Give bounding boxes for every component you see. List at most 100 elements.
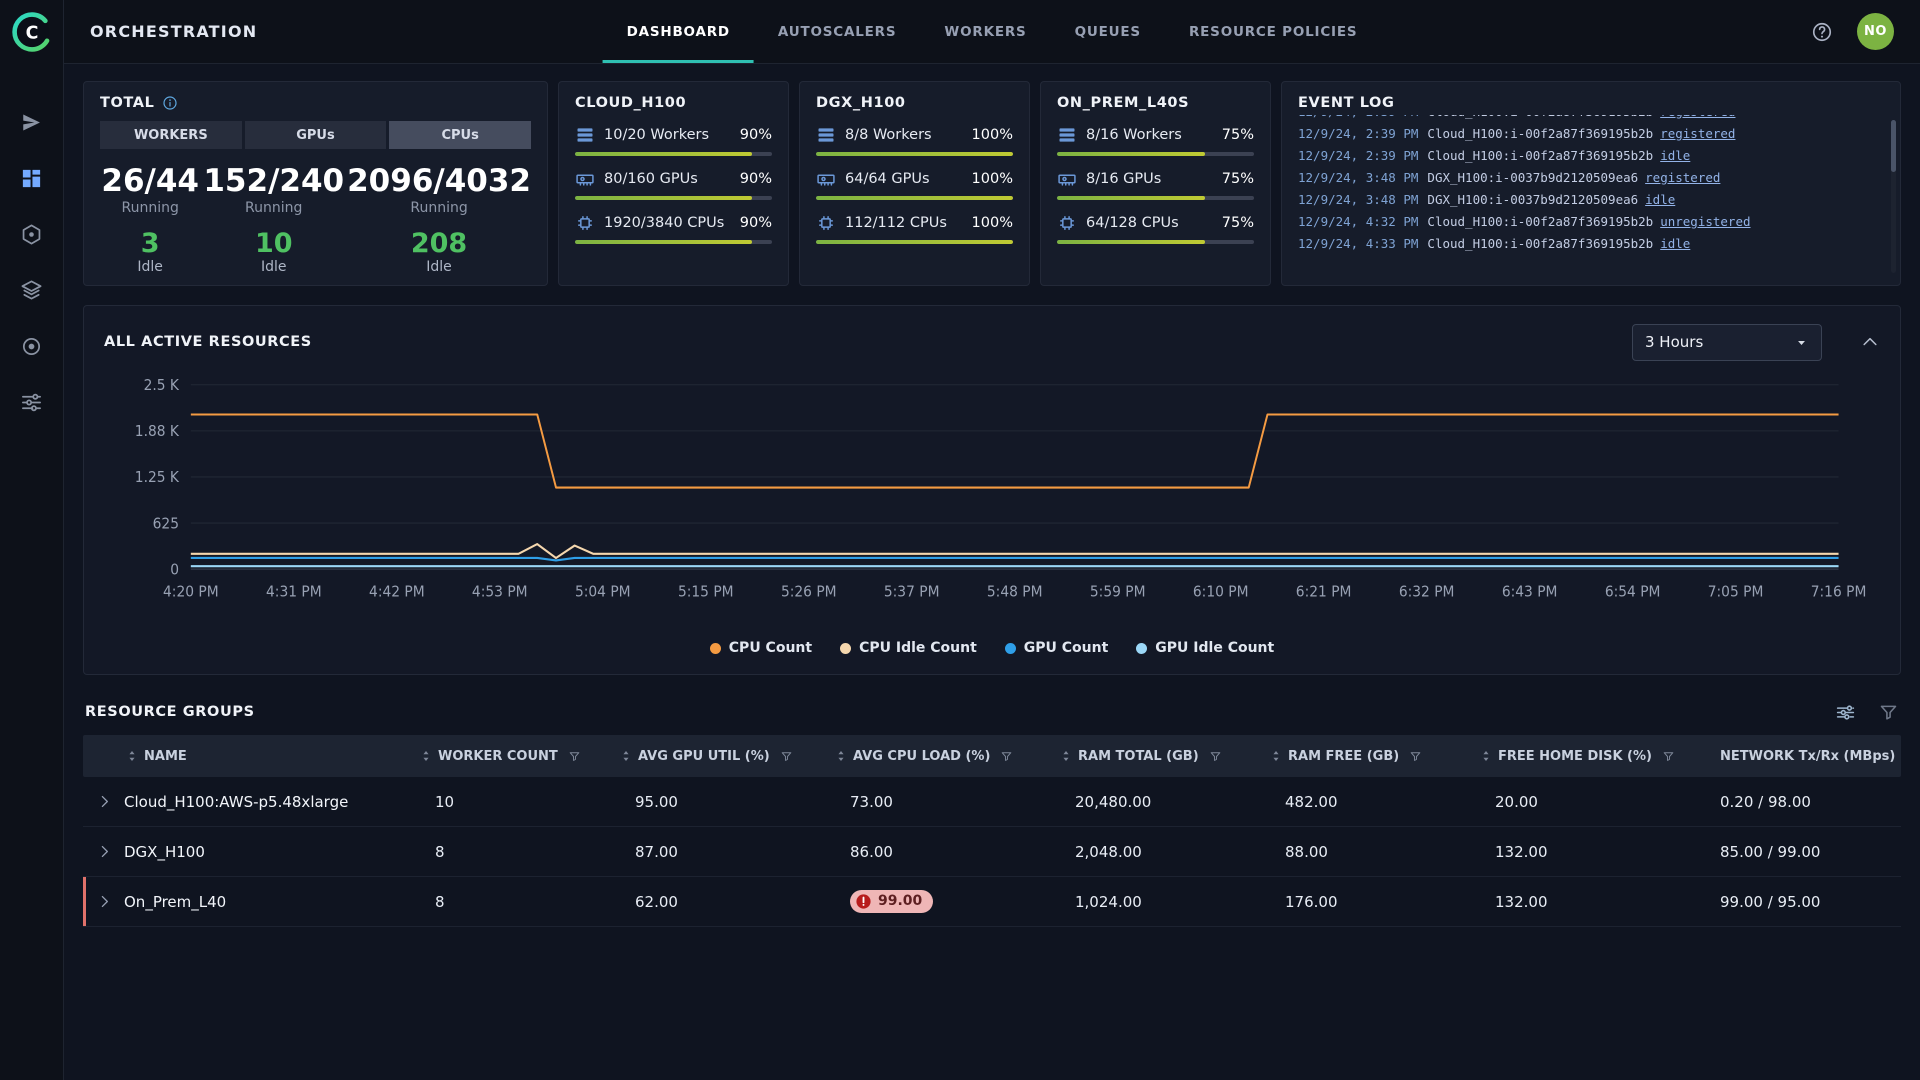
sort-icon[interactable] (1059, 749, 1073, 763)
sort-icon[interactable] (619, 749, 633, 763)
column-header-worker_count[interactable]: WORKER COUNT (403, 749, 603, 764)
idle-label: Idle (203, 259, 344, 275)
cluster-metric-label: 10/20 Workers (604, 127, 731, 143)
tab-queues[interactable]: QUEUES (1051, 0, 1165, 63)
cpu-load-alert-badge: 99.00 (850, 890, 933, 913)
column-header-avg_cpu_load[interactable]: AVG CPU LOAD (%) (818, 749, 1043, 764)
sidebar-item-pipelines[interactable] (10, 380, 54, 424)
total-tab-workers[interactable]: WORKERS (100, 121, 242, 149)
progress-bar-track (1057, 152, 1254, 156)
log-status: registered (1660, 126, 1735, 141)
progress-bar-track (575, 196, 772, 200)
cluster-card-on_prem_l40s: ON_PREM_L40S8/16 Workers75%8/16 GPUs75%6… (1040, 81, 1271, 286)
gpu-icon (1057, 169, 1077, 189)
cluster-metric-line: 8/8 Workers100% (816, 125, 1013, 145)
cluster-metric-percent: 90% (740, 127, 772, 143)
help-button[interactable] (1811, 21, 1833, 43)
legend-label: CPU Count (729, 640, 812, 656)
log-timestamp: 12/9/24, 3:48 PM (1298, 170, 1418, 185)
sidebar-item-workers-pod[interactable] (10, 212, 54, 256)
log-entry: 12/9/24, 2:39 PMCloud_H100:i-00f2a87f369… (1298, 123, 1884, 145)
progress-bar-track (816, 196, 1013, 200)
column-header-ram_total[interactable]: RAM TOTAL (GB) (1043, 749, 1253, 764)
sort-icon[interactable] (1479, 749, 1493, 763)
column-label: NETWORK Tx/Rx (MBps) (1720, 749, 1895, 764)
cluster-metric-row: 64/64 GPUs100% (816, 169, 1013, 200)
chevron-right-icon[interactable] (96, 843, 113, 860)
column-header-free_home_disk[interactable]: FREE HOME DISK (%) (1463, 749, 1688, 764)
sidebar-item-dashboard[interactable] (10, 156, 54, 200)
funnel-icon[interactable] (780, 750, 793, 763)
funnel-icon[interactable] (1409, 750, 1422, 763)
event-log-scrollbar-thumb[interactable] (1891, 120, 1896, 172)
user-avatar[interactable]: NO (1857, 13, 1894, 50)
cluster-metric-label: 80/160 GPUs (604, 171, 731, 187)
log-timestamp: 12/9/24, 2:39 PM (1298, 115, 1418, 119)
time-range-select[interactable]: 3 Hours (1632, 324, 1822, 361)
cell-ram_free: 482.00 (1253, 793, 1463, 811)
summary-cards-row: TOTAL WORKERSGPUsCPUs 26/44Running3Idle1… (83, 81, 1901, 286)
legend-item-cpu-idle-count[interactable]: CPU Idle Count (840, 640, 977, 656)
workers-grid-icon (575, 125, 595, 145)
log-status: idle (1645, 192, 1675, 207)
funnel-icon[interactable] (1209, 750, 1222, 763)
x-axis-label: 5:48 PM (987, 584, 1043, 600)
total-tab-cpus[interactable]: CPUs (389, 121, 531, 149)
dashboard-icon (20, 167, 43, 190)
funnel-icon (1878, 702, 1899, 723)
app-logo[interactable]: C (10, 10, 54, 54)
log-source: Cloud_H100:i-00f2a87f369195b2b (1427, 214, 1653, 229)
log-status: idle (1660, 236, 1690, 251)
sidebar-item-launch[interactable] (10, 100, 54, 144)
y-axis-label: 0 (170, 562, 179, 578)
column-header-avg_gpu_util[interactable]: AVG GPU UTIL (%) (603, 749, 818, 764)
sort-icon[interactable] (125, 749, 139, 763)
log-status: registered (1660, 115, 1735, 119)
tab-resource-policies[interactable]: RESOURCE POLICIES (1165, 0, 1381, 63)
funnel-icon[interactable] (1662, 750, 1675, 763)
cluster-metric-label: 8/8 Workers (845, 127, 963, 143)
table-filter-button[interactable] (1878, 702, 1899, 723)
table-row[interactable]: DGX_H100887.0086.002,048.0088.00132.0085… (83, 827, 1901, 877)
log-entry: 12/9/24, 3:48 PM DGX_H100:i-0037b9d212050… (1298, 167, 1884, 189)
funnel-icon[interactable] (568, 750, 581, 763)
help-icon (1811, 21, 1833, 43)
funnel-icon[interactable] (1000, 750, 1013, 763)
legend-item-gpu-count[interactable]: GPU Count (1005, 640, 1109, 656)
tab-autoscalers[interactable]: AUTOSCALERS (754, 0, 921, 63)
cell-avg_cpu_load: 86.00 (818, 843, 1043, 861)
progress-bar-track (1057, 240, 1254, 244)
x-axis-label: 4:42 PM (369, 584, 425, 600)
topbar-right: NO (1811, 13, 1894, 50)
total-tab-gpus[interactable]: GPUs (245, 121, 387, 149)
tab-workers[interactable]: WORKERS (920, 0, 1050, 63)
chevron-right-icon[interactable] (96, 793, 113, 810)
sort-icon[interactable] (419, 749, 433, 763)
chevron-right-icon[interactable] (96, 893, 113, 910)
sort-icon[interactable] (1269, 749, 1283, 763)
column-settings-button[interactable] (1835, 702, 1856, 723)
sort-icon[interactable] (834, 749, 848, 763)
legend-item-cpu-count[interactable]: CPU Count (710, 640, 812, 656)
total-info-trigger[interactable] (162, 95, 178, 111)
log-entry: 12/9/24, 2:39 PMCloud_H100:i-00f2a87f369… (1298, 145, 1884, 167)
column-header-ram_free[interactable]: RAM FREE (GB) (1253, 749, 1463, 764)
legend-item-gpu-idle-count[interactable]: GPU Idle Count (1136, 640, 1274, 656)
running-label: Running (347, 200, 531, 216)
cpu-icon (1057, 213, 1077, 233)
cell-ram_total: 1,024.00 (1043, 893, 1253, 911)
launch-icon (20, 111, 43, 134)
sidebar-item-queues[interactable] (10, 268, 54, 312)
tab-dashboard[interactable]: DASHBOARD (603, 0, 754, 63)
sidebar-item-resources[interactable] (10, 324, 54, 368)
column-header-name[interactable]: NAME (83, 749, 403, 764)
log-source: DGX_H100:i-0037b9d2120509ea6 (1427, 170, 1638, 185)
legend-dot (840, 643, 851, 654)
x-axis-label: 4:31 PM (266, 584, 322, 600)
collapse-panel-button[interactable] (1860, 332, 1880, 352)
table-row[interactable]: On_Prem_L40862.0099.001,024.00176.00132.… (83, 877, 1901, 927)
table-row[interactable]: Cloud_H100:AWS-p5.48xlarge1095.0073.0020… (83, 777, 1901, 827)
cell-worker_count: 8 (403, 843, 603, 861)
cluster-metric-label: 64/64 GPUs (845, 171, 963, 187)
y-axis-label: 625 (153, 516, 179, 532)
